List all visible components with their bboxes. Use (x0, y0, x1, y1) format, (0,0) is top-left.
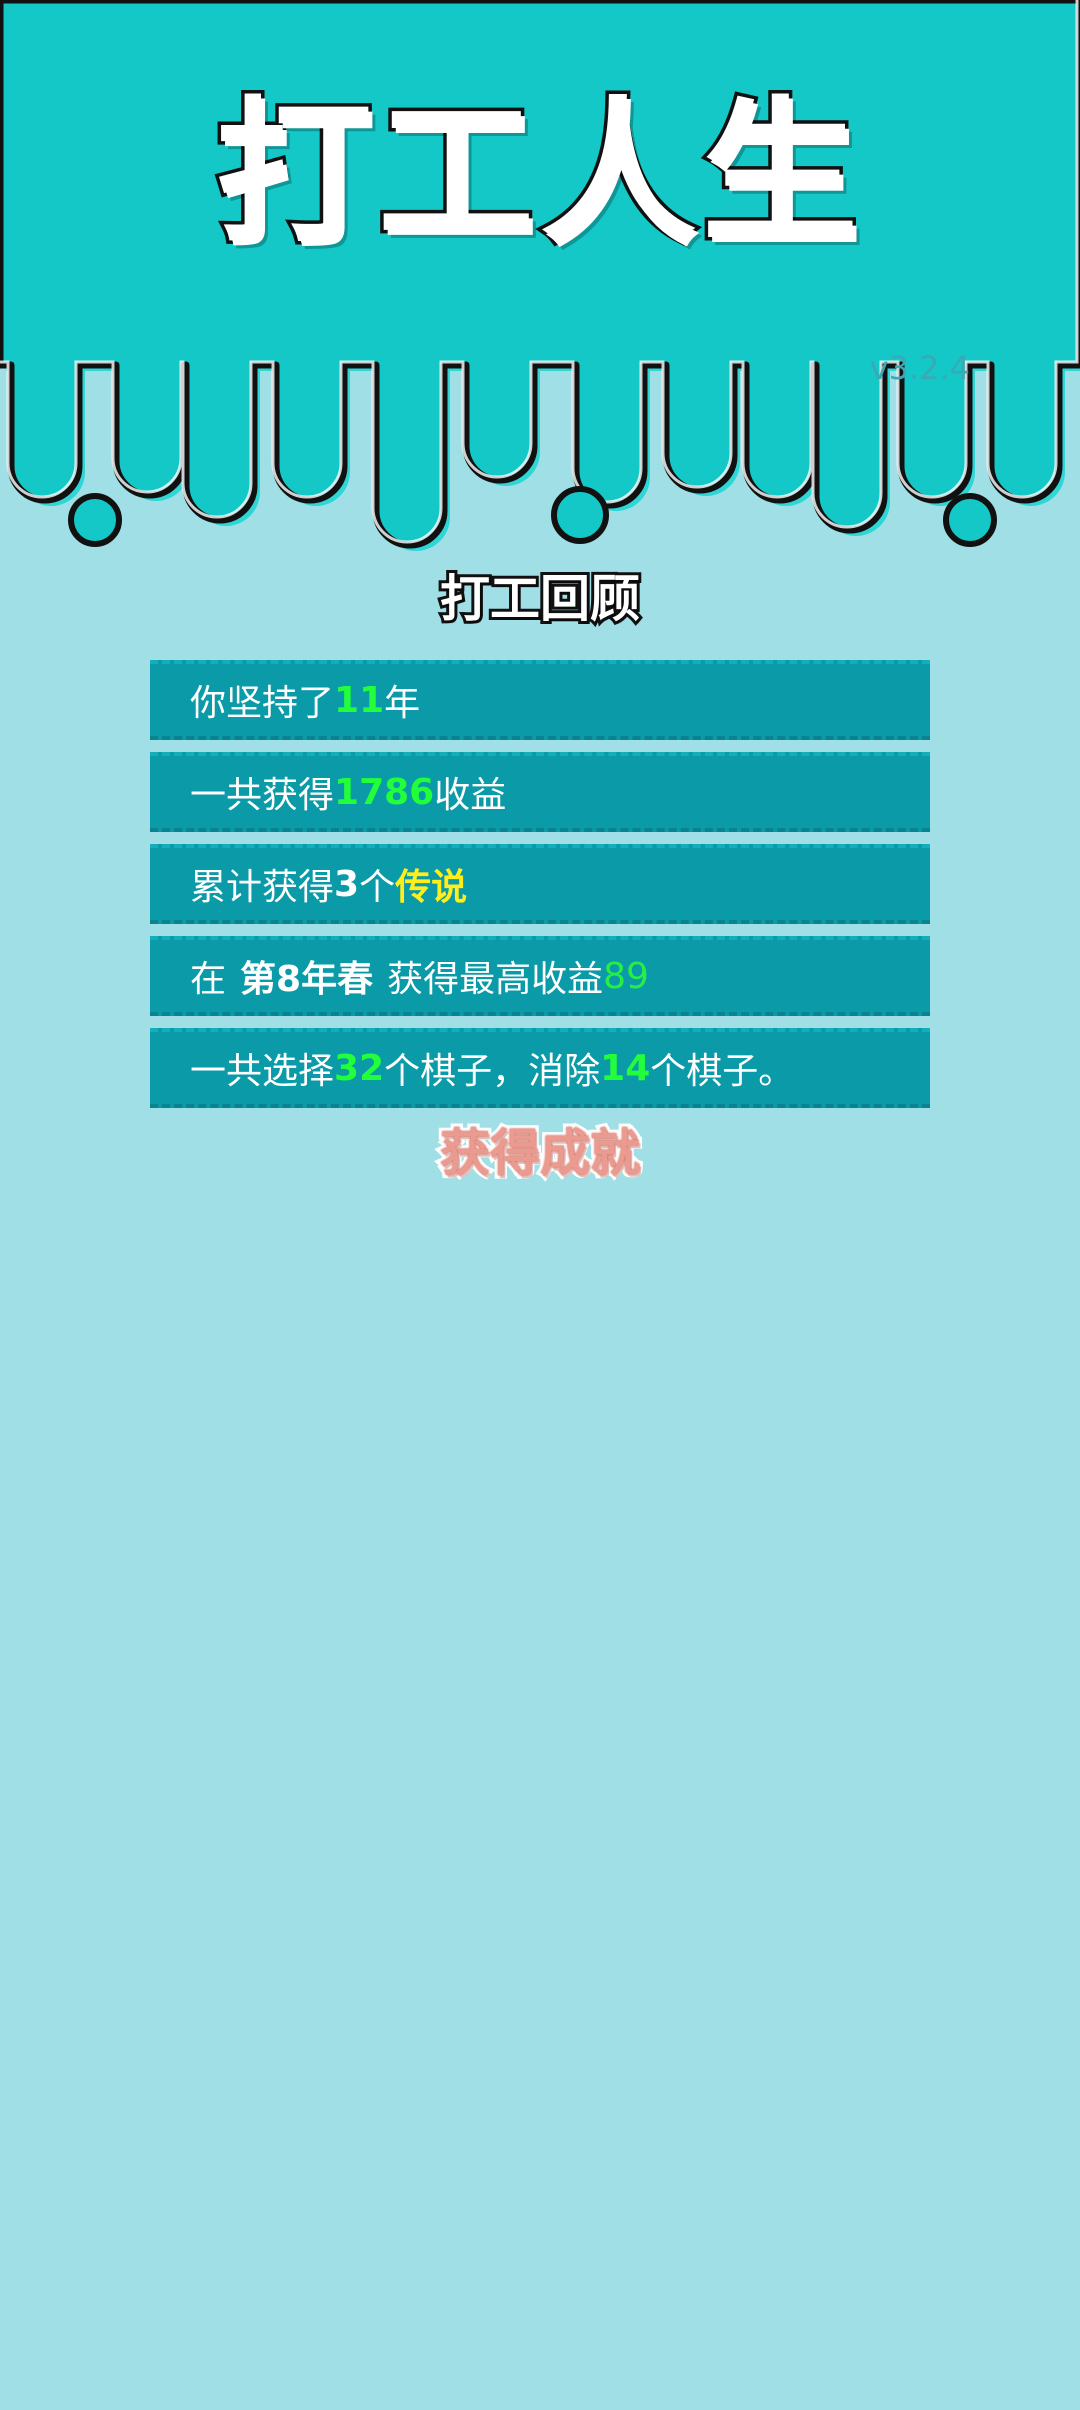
stat-row-pieces: 一共选择 32 个棋子，消除 14 个棋子。 (150, 1028, 930, 1108)
stat-text: 获得最高收益 (387, 959, 604, 1000)
stat-text: 累计获得 (190, 867, 335, 908)
stat-text: 个棋子，消除 (384, 1051, 601, 1092)
achievements-heading: 获得成就 (437, 1124, 644, 1182)
game-title: 打工人生 (213, 82, 864, 264)
stat-row-years: 你坚持了 11 年 (150, 660, 930, 740)
best-income-value: 89 (603, 955, 649, 997)
stat-text: 年 (384, 683, 421, 724)
stat-text: 个棋子。 (650, 1051, 795, 1092)
stat-row-legends: 累计获得 3 个传说 (150, 844, 930, 924)
version-label: v3.2.4 (869, 349, 970, 387)
drip-drop (68, 493, 122, 547)
pieces-cleared-value: 14 (600, 1047, 651, 1089)
stat-row-earnings: 一共获得 1786 收益 (150, 752, 930, 832)
legend-tag: 传说 (395, 867, 468, 908)
drip-drop (943, 493, 997, 547)
years-value: 11 (334, 679, 385, 721)
stat-row-best-income: 在第8年春 获得最高收益 89 (150, 936, 930, 1016)
stat-text: 在 (190, 959, 227, 1000)
earnings-value: 1786 (334, 771, 435, 813)
drip-drop (551, 486, 609, 544)
stat-text: 一共获得 (190, 775, 335, 816)
legends-count: 3 (334, 863, 360, 905)
best-season: 第8年春 (240, 959, 374, 1000)
review-heading: 打工回顾 (437, 570, 643, 628)
stat-text: 个 (359, 867, 396, 908)
stat-text: 收益 (434, 775, 507, 816)
result-screen: 打工人生 v3.2.4 打工回顾 你坚持了 11 年 一共获得 1786 收益 累计获得… (0, 0, 1080, 2410)
stat-text: 一共选择 (190, 1051, 335, 1092)
pieces-selected-value: 32 (334, 1047, 385, 1089)
stat-text: 你坚持了 (190, 683, 335, 724)
